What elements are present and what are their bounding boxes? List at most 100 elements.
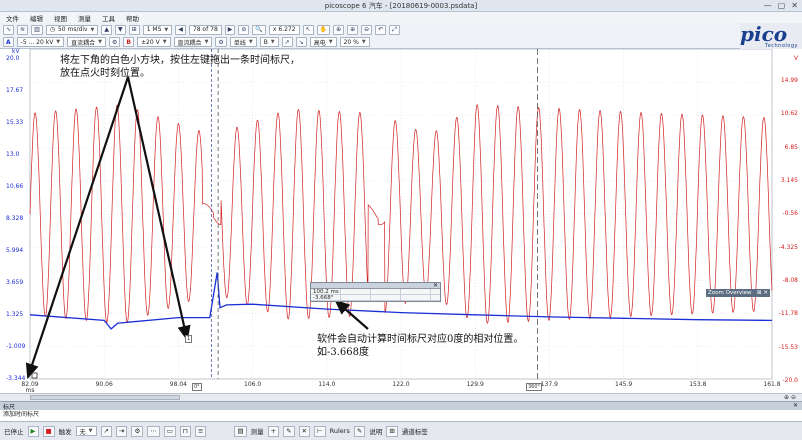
probe-settings-icon[interactable]: ⚙	[109, 37, 121, 47]
chevron-down-icon: ▼	[328, 39, 333, 45]
menu-edit[interactable]: 编辑	[30, 13, 43, 23]
probe-settings-icon[interactable]: ⚙	[215, 37, 227, 47]
trigger-mode-select[interactable]: 单线 ▼	[229, 37, 257, 47]
chevron-down-icon: ▼	[98, 39, 103, 45]
menu-measure[interactable]: 测量	[78, 13, 91, 23]
zoom-factor[interactable]: x 6.272	[268, 24, 300, 35]
trigger-edge-select[interactable]: 高电 ▼	[309, 37, 337, 47]
spectrum-mode-icon[interactable]: ▥	[31, 24, 43, 35]
zoom-out-tool-icon[interactable]: ⊖	[361, 24, 373, 35]
auto-setup-icon[interactable]: ⤢	[389, 24, 400, 35]
play-icon[interactable]: ▶	[27, 425, 39, 437]
scope-view[interactable]: kV 20.0 17.67 15.33 13.0 10.66 8.328 5.994 3.65…	[0, 48, 802, 394]
zoom-out-icon[interactable]: ▼	[115, 24, 126, 35]
rulers-label[interactable]: Rulers	[330, 427, 350, 435]
channel-b-range-select[interactable]: ±20 V ▼	[137, 37, 171, 47]
status-bar: 已停止 ▶ ■ 触发 无 ▼ ↗ ⇥ ⚙ ⋯ ▭ ⊓ ≡ ▤ 测量 + ✎ ✕ …	[0, 421, 802, 440]
timebase-select[interactable]: ◷ 50 ms/div ▼	[45, 24, 99, 35]
trigger-window-icon[interactable]: ▭	[163, 425, 176, 437]
trigger-select[interactable]: 无 ▼	[75, 426, 97, 436]
add-time-ruler-label[interactable]: 添加时间标尺	[0, 410, 802, 419]
magnifier-icon[interactable]: 🔍	[252, 24, 266, 35]
zoom-area-icon[interactable]: ⊕	[333, 24, 345, 35]
left-axis-tick-label: 13.0	[6, 151, 20, 159]
trigger-extra-icon[interactable]: ⋯	[147, 425, 160, 437]
falling-edge-icon[interactable]: ↘	[295, 37, 307, 47]
trigger-level-icon[interactable]: ≡	[195, 425, 207, 437]
channel-labels-icon[interactable]: ⊞	[386, 425, 398, 437]
add-measurement-icon[interactable]: +	[267, 425, 280, 437]
zoom-fit-icon[interactable]: ⊞	[128, 24, 140, 35]
delete-measurement-icon[interactable]: ✕	[298, 425, 310, 437]
trigger-level-select[interactable]: 20 % ▼	[339, 37, 370, 47]
left-axis-tick-label: 1.325	[6, 311, 24, 319]
left-axis-unit: kV	[12, 48, 20, 55]
annotation-arrow-table	[334, 299, 369, 330]
x-axis-tick-label: 153.8	[689, 381, 707, 388]
edit-measurement-icon[interactable]: ✎	[283, 425, 295, 437]
menu-view[interactable]: 视图	[54, 13, 67, 23]
chevron-down-icon: ▼	[56, 39, 61, 45]
menu-tools[interactable]: 工具	[102, 13, 115, 23]
menu-help[interactable]: 帮助	[126, 13, 139, 23]
channel-a-coupling-select[interactable]: 直流耦合 ▼	[67, 37, 107, 47]
next-buffer-icon[interactable]: ▶	[224, 24, 236, 35]
trigger-delay-icon[interactable]: ⇥	[115, 425, 128, 437]
ruler-handle-marker[interactable]: 1	[185, 335, 193, 343]
left-axis-tick-label: 3.659	[6, 279, 24, 287]
notes-label[interactable]: 说明	[369, 426, 382, 436]
stop-icon[interactable]: ■	[42, 425, 55, 437]
zero-degree-marker[interactable]: 0°	[192, 383, 202, 391]
horizontal-scrollbar[interactable]: ⊕ ⊖	[0, 393, 802, 401]
pointer-tool-icon[interactable]: ↖	[302, 24, 314, 35]
channel-a-button[interactable]: A	[3, 37, 14, 47]
menu-file[interactable]: 文件	[6, 13, 19, 23]
pan-tool-icon[interactable]: ✋	[316, 24, 331, 35]
scrollbar-thumb[interactable]	[30, 395, 180, 400]
left-axis-tick-label: 8.328	[6, 215, 24, 223]
trigger-settings-icon[interactable]: ⚙	[131, 425, 144, 437]
buffer-navigator[interactable]: 78 of 78	[188, 24, 222, 35]
measurements-icon[interactable]: ▤	[234, 425, 247, 437]
zoom-in-icon[interactable]: ▲	[101, 24, 113, 35]
trigger-edge-icon[interactable]: ↗	[100, 425, 112, 437]
buffer-overview-icon[interactable]: ⊘	[238, 24, 250, 35]
chevron-down-icon: ▼	[248, 39, 253, 45]
persistence-mode-icon[interactable]: ≋	[17, 24, 29, 35]
channel-a-range-select[interactable]: -5 ... 20 kV ▼	[16, 37, 65, 47]
measurements-label[interactable]: 测量	[251, 426, 264, 436]
close-icon[interactable]: ✕	[793, 402, 798, 409]
rulers-icon[interactable]: ⊢	[313, 425, 326, 437]
x-axis-tick-label: 106.0	[244, 381, 262, 388]
instruction-annotation-bottom: 软件会自动计算时间标尺对应0度的相对位置。 如-3.668度	[317, 334, 524, 358]
notes-icon[interactable]: ✎	[353, 425, 366, 437]
full-cycle-marker[interactable]: 360°	[526, 383, 543, 391]
maximize-icon[interactable]: ▢	[778, 1, 786, 10]
scope-mode-icon[interactable]: ∿	[3, 24, 15, 35]
left-axis-tick-label: 15.33	[6, 119, 24, 127]
undo-zoom-icon[interactable]: ↶	[375, 24, 387, 35]
prev-buffer-icon[interactable]: ◀	[175, 24, 186, 35]
right-axis-tick-label: 14.99	[780, 77, 798, 84]
close-icon[interactable]: ⊠ ✕	[757, 290, 768, 296]
zoom-in-tool-icon[interactable]: ⊕	[347, 24, 359, 35]
minimize-icon[interactable]: —	[764, 1, 772, 10]
ruler-readout-table[interactable]: ✕ 100.2 ms -3.668°	[310, 282, 441, 302]
close-icon[interactable]: ✕	[791, 1, 798, 10]
rising-edge-icon[interactable]: ↗	[281, 37, 293, 47]
close-icon[interactable]: ✕	[433, 282, 438, 289]
overview-zoom-icons[interactable]: ⊕ ⊖	[784, 394, 796, 401]
trigger-pulse-icon[interactable]: ⊓	[179, 425, 191, 437]
trigger-label: 触发	[58, 428, 72, 436]
zoom-overview-panel[interactable]: Zoom Overview ⊠ ✕	[706, 289, 770, 297]
right-axis-tick-label: -15.53	[778, 343, 798, 351]
samples-select[interactable]: 1 MS ▼	[142, 24, 173, 35]
channel-b-button[interactable]: B	[123, 37, 134, 47]
channel-labels-label[interactable]: 通道标签	[402, 426, 428, 436]
ruler-panel-header: 标尺 ✕	[0, 402, 802, 411]
chevron-down-icon: ▼	[162, 39, 167, 45]
trigger-channel-select[interactable]: B ▼	[259, 37, 279, 47]
channel-b-coupling-select[interactable]: 直流耦合 ▼	[173, 37, 213, 47]
right-axis-tick-label: -11.78	[778, 310, 798, 318]
chevron-down-icon: ▼	[361, 39, 366, 45]
